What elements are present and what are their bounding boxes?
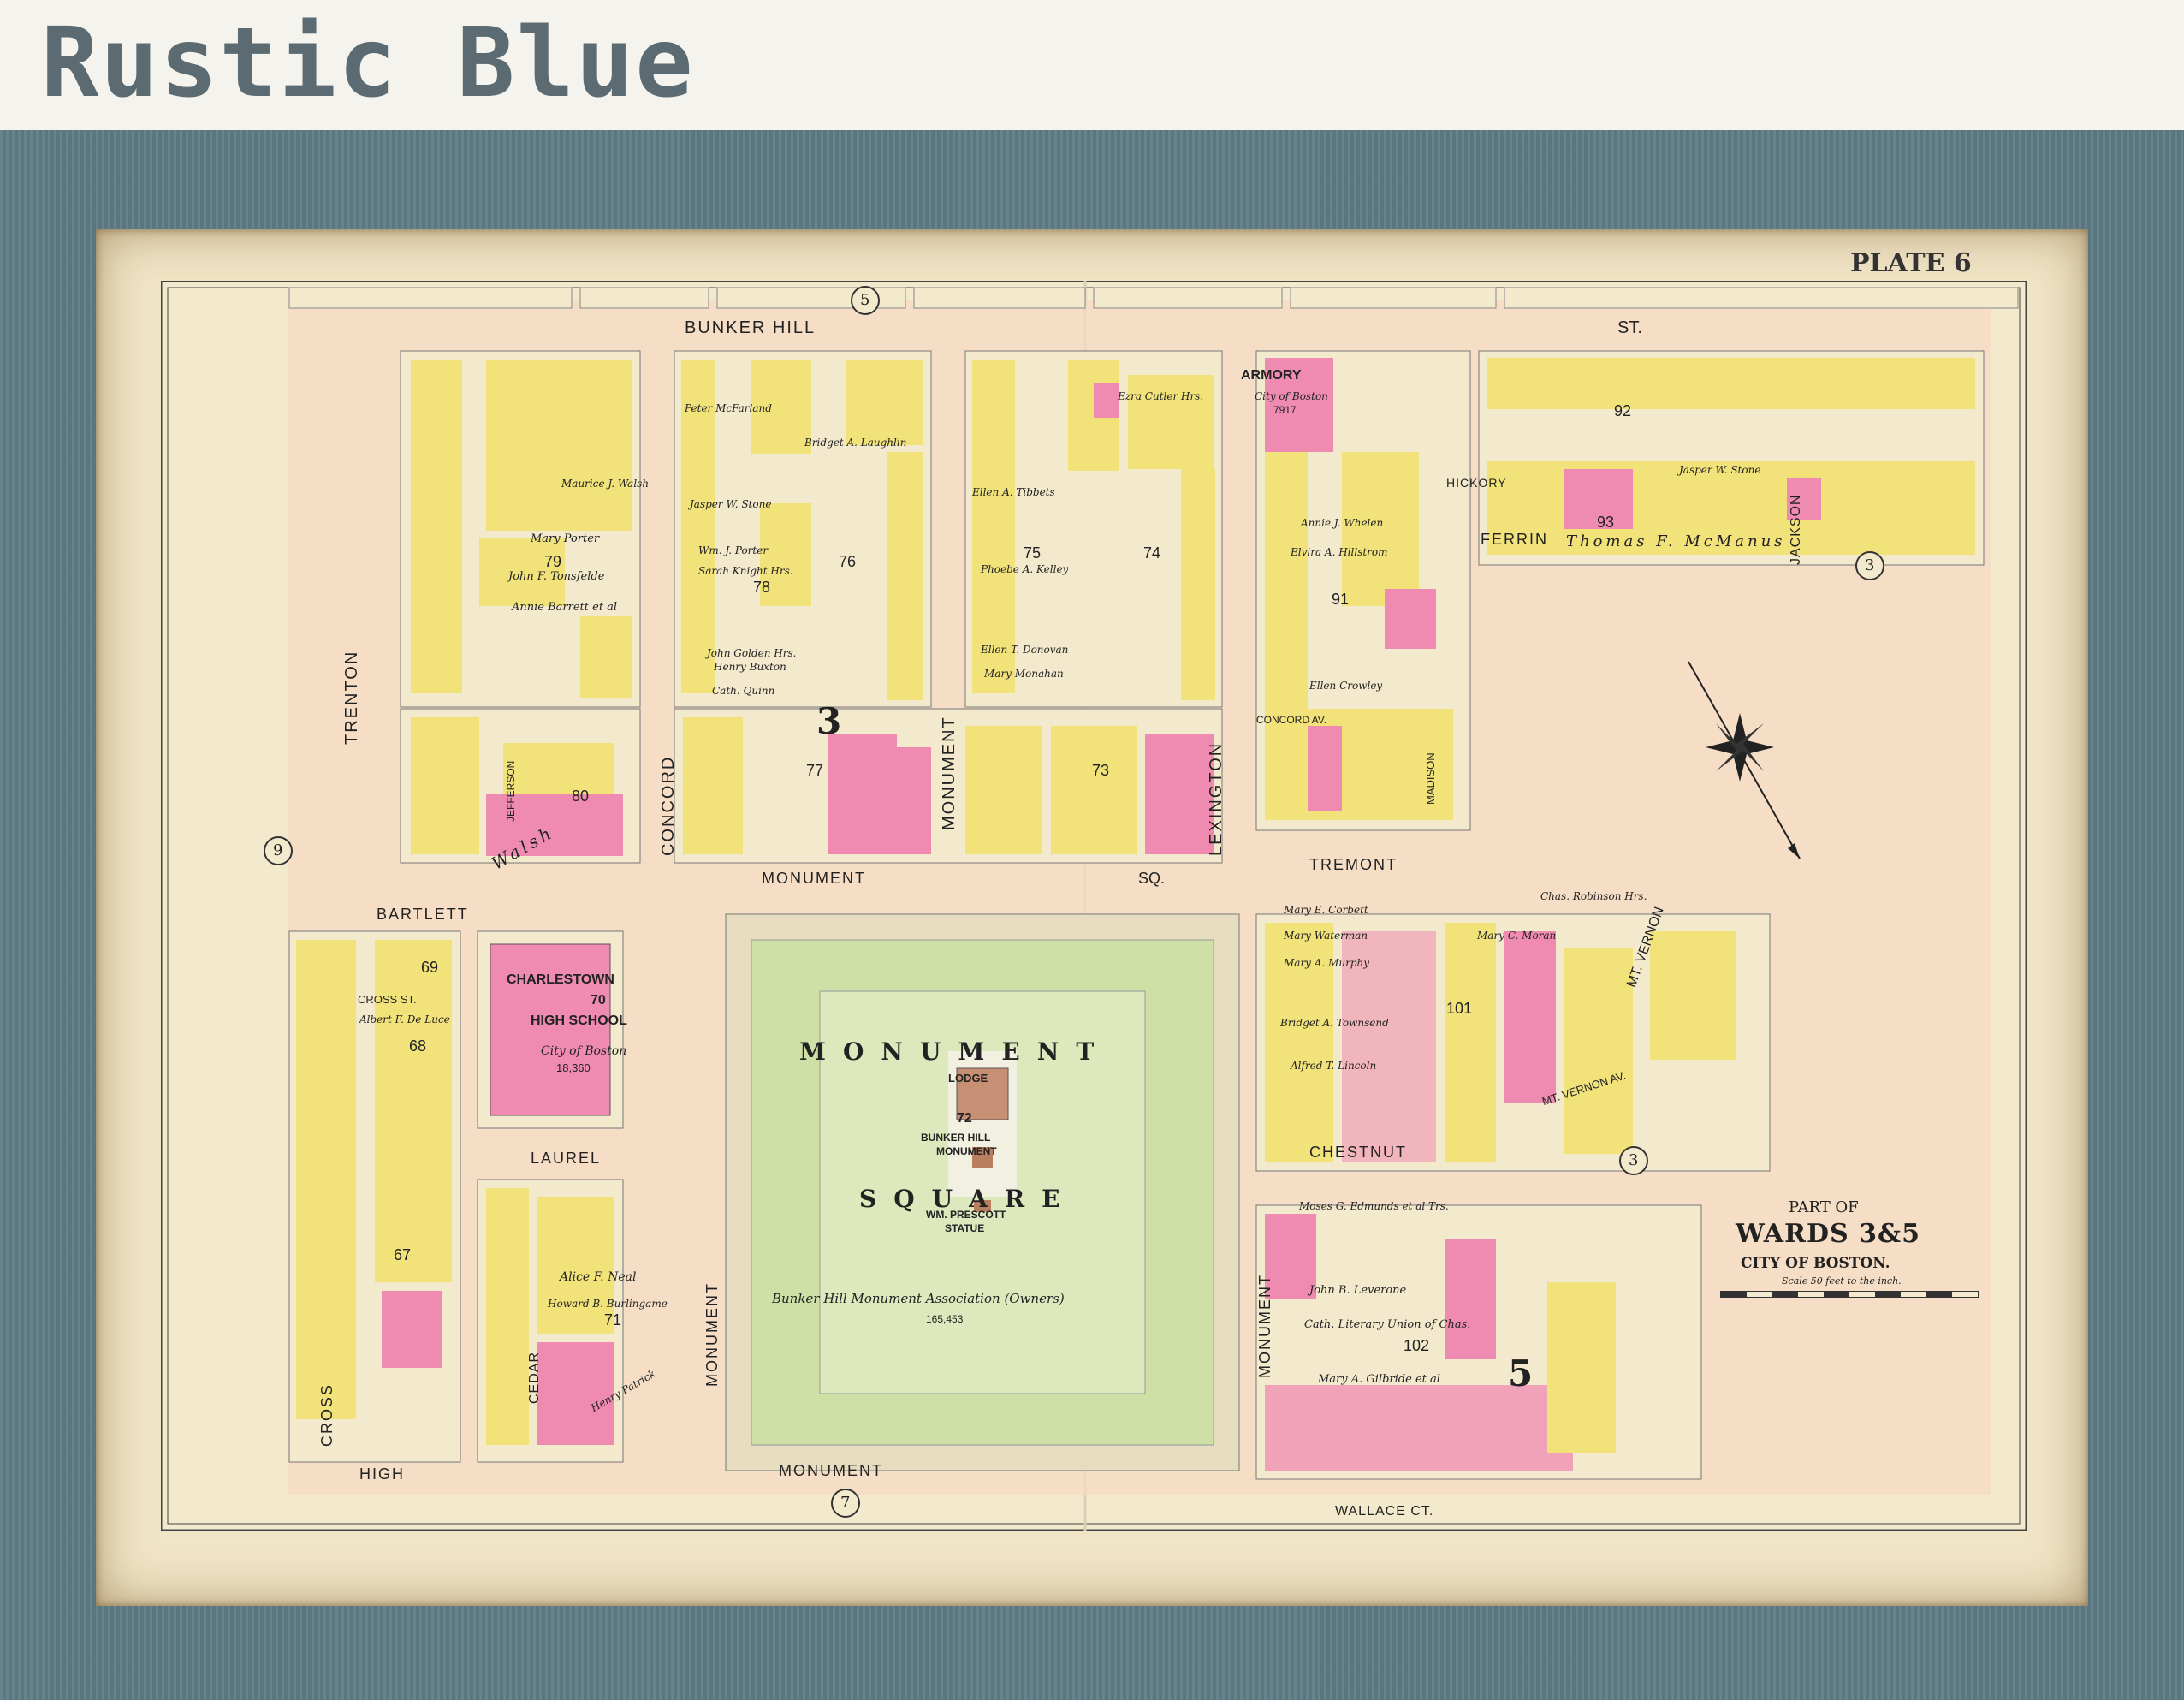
block-78-76: [674, 350, 932, 708]
block-75-74: [964, 350, 1223, 708]
map-sheet: [161, 281, 2027, 1531]
banner-title: Rustic Blue: [41, 8, 695, 119]
banner: Rustic Blue: [0, 0, 2184, 128]
block-102: [1255, 1204, 1702, 1480]
block-92-93: [1478, 350, 1985, 566]
monument-square-park: [725, 913, 1240, 1471]
block-71: [477, 1179, 624, 1463]
plate-label: PLATE 6: [1850, 248, 1972, 278]
block-91: [1255, 350, 1471, 831]
top-strip: [288, 287, 2019, 309]
block-80: [400, 708, 641, 864]
block-79: [400, 350, 641, 708]
block-school: [477, 930, 624, 1129]
block-101: [1255, 913, 1771, 1172]
block-left-column: [288, 930, 461, 1463]
block-77-73: [674, 708, 1223, 864]
